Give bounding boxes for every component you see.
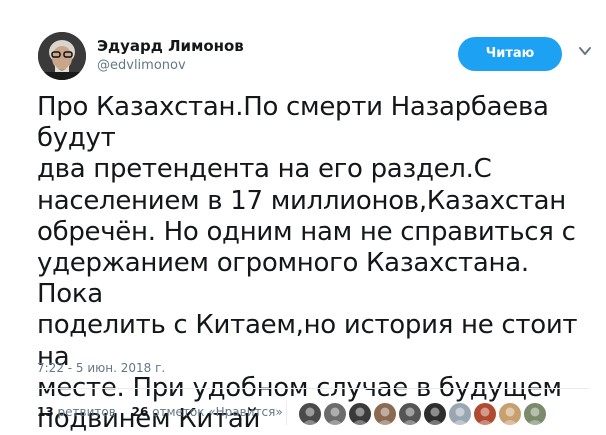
tweet-timestamp[interactable]: 7:22 - 5 июн. 2018 г. bbox=[37, 361, 165, 375]
liker-avatar-1[interactable] bbox=[298, 402, 322, 426]
liker-avatar-7[interactable] bbox=[448, 402, 472, 426]
avatar-thumbnail-icon bbox=[327, 407, 343, 425]
avatar-thumbnail-icon bbox=[477, 407, 493, 425]
tweet-text: Про Казахстан.По смерти Назарбаева будут… bbox=[37, 92, 578, 435]
likes-count: 26 bbox=[131, 405, 149, 419]
liker-avatar-2[interactable] bbox=[323, 402, 347, 426]
retweets-label: ретвитов bbox=[57, 405, 116, 419]
author-display-name[interactable]: Эдуард Лимонов bbox=[97, 37, 244, 55]
tweet-card: Эдуард Лимонов @edvlimonov Читаю Про Каз… bbox=[0, 0, 606, 435]
avatar-thumbnail-icon bbox=[302, 407, 318, 425]
author-avatar-icon bbox=[38, 32, 86, 80]
tweet-stats: 13 ретвитов 26 отметок «Нравится» bbox=[37, 405, 295, 419]
liker-avatar-10[interactable] bbox=[523, 402, 547, 426]
author-avatar[interactable] bbox=[38, 32, 86, 80]
liker-avatar-8[interactable] bbox=[473, 402, 497, 426]
liker-avatar-9[interactable] bbox=[498, 402, 522, 426]
chevron-down-icon[interactable] bbox=[578, 46, 592, 56]
stats-divider bbox=[286, 401, 287, 425]
author-username[interactable]: @edvlimonov bbox=[97, 58, 186, 73]
likes-stat[interactable]: 26 отметок «Нравится» bbox=[132, 405, 283, 419]
avatar-thumbnail-icon bbox=[402, 407, 418, 425]
avatar-thumbnail-icon bbox=[427, 407, 443, 425]
follow-button[interactable]: Читаю bbox=[458, 37, 562, 71]
avatar-thumbnail-icon bbox=[452, 407, 468, 425]
avatar-thumbnail-icon bbox=[527, 407, 543, 425]
avatar-thumbnail-icon bbox=[502, 407, 518, 425]
liker-avatar-3[interactable] bbox=[348, 402, 372, 426]
liker-avatar-5[interactable] bbox=[398, 402, 422, 426]
liker-avatar-4[interactable] bbox=[373, 402, 397, 426]
avatar-thumbnail-icon bbox=[352, 407, 368, 425]
likes-label: отметок «Нравится» bbox=[152, 405, 283, 419]
avatar-thumbnail-icon bbox=[377, 407, 393, 425]
retweets-stat[interactable]: 13 ретвитов bbox=[37, 405, 116, 419]
divider bbox=[37, 388, 589, 389]
retweets-count: 13 bbox=[37, 405, 54, 419]
liker-avatar-6[interactable] bbox=[423, 402, 447, 426]
